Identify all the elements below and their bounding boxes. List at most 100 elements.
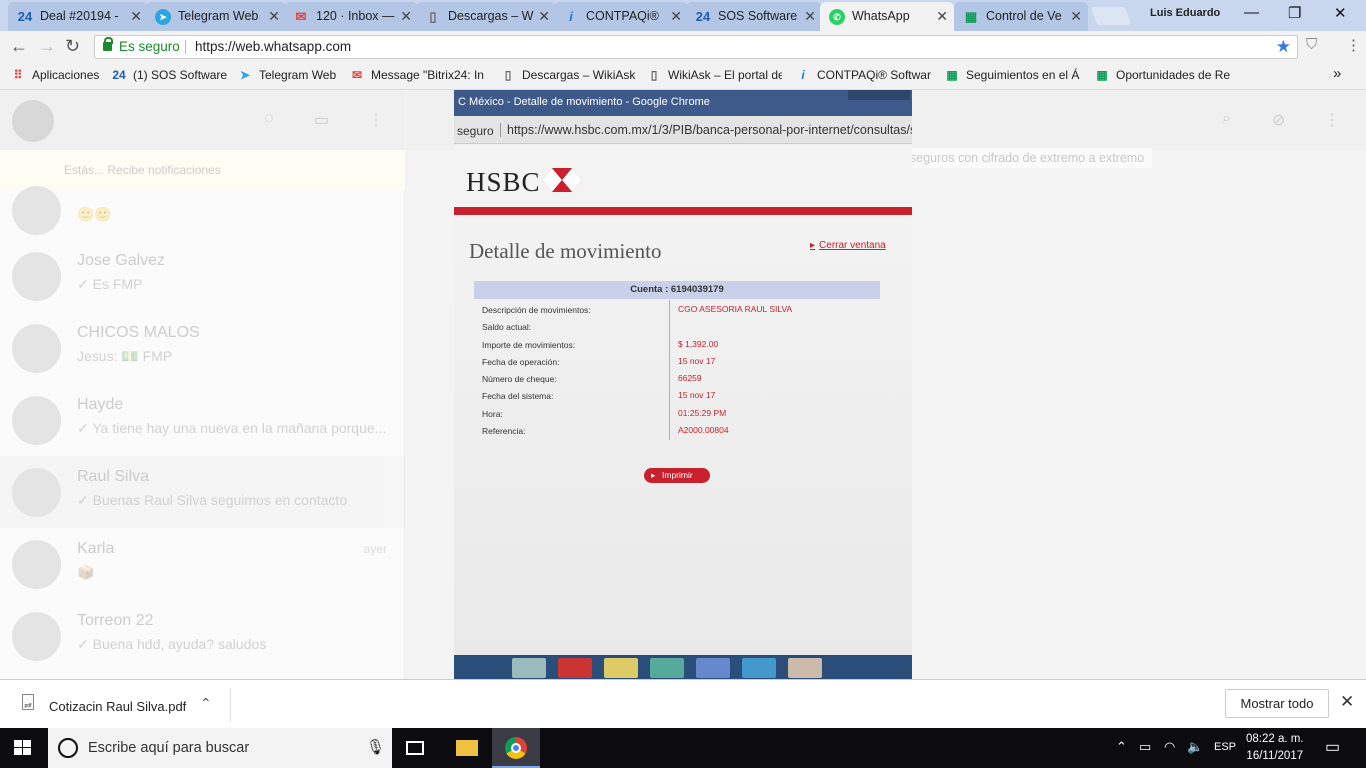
task-view-icon[interactable] xyxy=(406,741,424,755)
chat-item[interactable]: Karla 📦 ayer xyxy=(0,528,405,600)
bookmark-oportunidades[interactable]: ▦ Oportunidades de Re xyxy=(1094,68,1232,82)
bookmark-message[interactable]: ✉ Message "Bitrix24: In xyxy=(349,68,489,82)
detail-value: $ 1,392.00 xyxy=(678,338,719,349)
chat-message: 📦 xyxy=(77,564,95,580)
menu-icon[interactable]: ⋮ xyxy=(1324,110,1340,130)
avatar xyxy=(12,186,61,235)
notification-icon[interactable]: ▭ xyxy=(1325,737,1340,757)
tab-label: Telegram Web xyxy=(178,9,259,23)
page-icon: ▯ xyxy=(504,68,512,82)
avatar[interactable] xyxy=(12,100,54,142)
tab-control-ventas[interactable]: ▦ Control de Ve ✕ xyxy=(954,2,1088,31)
bookmark-wikiask[interactable]: ▯ WikiAsk – El portal de xyxy=(646,68,782,82)
print-button: Imprimir xyxy=(644,468,710,483)
bookmark-descargas[interactable]: ▯ Descargas – WikiAsk xyxy=(500,68,636,82)
close-icon[interactable]: ✕ xyxy=(936,2,948,31)
file-explorer-icon[interactable] xyxy=(456,740,478,756)
bookmarks-bar: ⠿ Aplicaciones 24 (1) SOS Software ➤ Telegr… xyxy=(0,63,1366,90)
tab-inbox[interactable]: ✉ 120 · Inbox — ✕ xyxy=(284,2,418,31)
battery-icon[interactable]: ▭ xyxy=(1139,739,1151,755)
close-icon[interactable]: ✕ xyxy=(670,2,682,31)
restore-icon[interactable]: ❐ xyxy=(1288,4,1301,22)
bookmark-contpaqi[interactable]: i CONTPAQi® Softwar xyxy=(795,68,931,82)
shield-icon[interactable]: ⛉ xyxy=(1306,36,1317,53)
bookmark-apps[interactable]: ⠿ Aplicaciones xyxy=(10,68,100,82)
microphone-icon[interactable]: 🎙 xyxy=(366,738,385,756)
url-text[interactable]: https://web.whatsapp.com xyxy=(195,39,351,54)
bookmark-label: WikiAsk – El portal de xyxy=(668,68,782,82)
chat-message: ✓ Buena hdd, ayuda? saludos xyxy=(77,636,267,652)
photo-viewer-image[interactable]: C México - Detalle de movimiento - Googl… xyxy=(454,90,912,679)
volume-icon[interactable]: 🔈 xyxy=(1187,739,1203,755)
menu-icon[interactable]: ⋮ xyxy=(1346,36,1361,54)
tab-whatsapp[interactable]: ✆ WhatsApp ✕ xyxy=(820,2,954,31)
search-icon[interactable]: ⌕ xyxy=(1222,110,1231,128)
show-all-button[interactable]: Mostrar todo xyxy=(1225,689,1329,718)
bookmark-sos[interactable]: 24 (1) SOS Software xyxy=(111,68,227,82)
chat-sidebar: ◌ ▭ ⋮ Estás... Recibe notificaciones 🙂🙂 … xyxy=(0,90,405,679)
taskbar-app-icon xyxy=(742,658,776,678)
detail-label: Referencia: xyxy=(482,426,526,437)
close-icon[interactable]: ✕ xyxy=(130,2,142,31)
address-bar[interactable]: Es seguro https://web.whatsapp.com ★ xyxy=(94,35,1298,59)
back-icon[interactable]: ← xyxy=(10,36,28,57)
close-icon[interactable]: ✕ xyxy=(1070,2,1082,31)
bookmark-seguimientos[interactable]: ▦ Seguimientos en el Á xyxy=(944,68,1081,82)
chevron-up-icon[interactable]: ⌃ xyxy=(200,695,212,712)
tab-descargas[interactable]: ▯ Descargas – W ✕ xyxy=(416,2,556,31)
new-chat-icon[interactable]: ▭ xyxy=(314,110,332,129)
close-icon[interactable]: ✕ xyxy=(268,2,280,31)
status-icon[interactable]: ◌ xyxy=(264,110,282,128)
close-icon[interactable]: ✕ xyxy=(1340,692,1354,712)
bookmark-telegram[interactable]: ➤ Telegram Web xyxy=(237,68,336,82)
avatar xyxy=(12,612,61,661)
language-indicator[interactable]: ESP xyxy=(1214,741,1236,753)
chevron-up-icon[interactable]: ⌃ xyxy=(1116,739,1127,755)
bookmark-label: (1) SOS Software xyxy=(133,68,228,82)
taskbar-app-icon xyxy=(696,658,730,678)
close-icon[interactable]: ✕ xyxy=(538,2,550,31)
close-window-icon[interactable]: ✕ xyxy=(1334,4,1347,22)
bookmark-label: Descargas – WikiAsk xyxy=(522,68,636,82)
chat-item[interactable]: Hayde ✓ Ya tiene hay una nueva en la maña… xyxy=(0,384,405,456)
hsbc-logo: HSBC xyxy=(466,167,541,197)
menu-icon[interactable]: ⋮ xyxy=(368,110,386,129)
tab-contpaqi[interactable]: i CONTPAQi® ✕ xyxy=(554,2,688,31)
profile-name[interactable]: Luis Eduardo xyxy=(1150,7,1220,19)
taskbar-search[interactable]: Escribe aquí para buscar 🎙 xyxy=(48,728,392,768)
tab-deal[interactable]: 24 Deal #20194 - ✕ xyxy=(8,2,148,31)
tab-label: 120 · Inbox — xyxy=(316,9,395,23)
chrome-icon xyxy=(505,737,527,759)
new-tab-button[interactable] xyxy=(1090,7,1132,25)
taskbar-app-icon xyxy=(558,658,592,678)
red-bar xyxy=(454,207,912,215)
star-icon[interactable]: ★ xyxy=(1276,37,1291,57)
chat-item-selected[interactable]: Raul Silva ✓ Buenas Raul Silva seguimos e… xyxy=(0,456,405,528)
movement-details: Descripción de movimientos: CGO ASESORIA … xyxy=(482,302,872,440)
clock-time: 08:22 a. m. xyxy=(1246,733,1304,745)
close-icon[interactable]: ✕ xyxy=(400,2,412,31)
detail-value: 66259 xyxy=(678,373,702,384)
tab-sos-software[interactable]: 24 SOS Software ✕ xyxy=(686,2,822,31)
download-file-name[interactable]: Cotizacin Raul Silva.pdf xyxy=(49,699,186,714)
windows-start-icon[interactable] xyxy=(14,740,32,756)
wifi-icon[interactable]: ◠ xyxy=(1164,739,1175,755)
notification-banner[interactable]: Estás... Recibe notificaciones xyxy=(0,150,405,190)
chat-item[interactable]: CHICOS MALOS Jesus: 💵 FMP xyxy=(0,312,405,384)
separator xyxy=(185,40,186,54)
minimize-icon[interactable]: — xyxy=(1244,4,1259,21)
avatar xyxy=(12,396,61,445)
chat-item[interactable]: Torreon 22 ✓ Buena hdd, ayuda? saludos xyxy=(0,600,405,672)
clock[interactable]: 08:22 a. m. 16/11/2017 xyxy=(1246,731,1304,765)
tab-telegram[interactable]: ➤ Telegram Web ✕ xyxy=(146,2,286,31)
close-icon[interactable]: ✕ xyxy=(804,2,816,31)
chat-name: Jose Galvez xyxy=(77,252,166,269)
detail-value: A2000.00804 xyxy=(678,425,729,436)
forward-icon[interactable]: → xyxy=(38,36,56,57)
taskbar-app-icon xyxy=(604,658,638,678)
more-bookmarks-button[interactable]: » xyxy=(1333,65,1341,82)
attach-icon[interactable]: ⊘ xyxy=(1272,110,1285,130)
reload-icon[interactable]: ↻ xyxy=(65,36,80,57)
chat-item[interactable]: Jose Galvez ✓ Es FMP xyxy=(0,240,405,312)
photo-window-controls xyxy=(848,90,910,100)
